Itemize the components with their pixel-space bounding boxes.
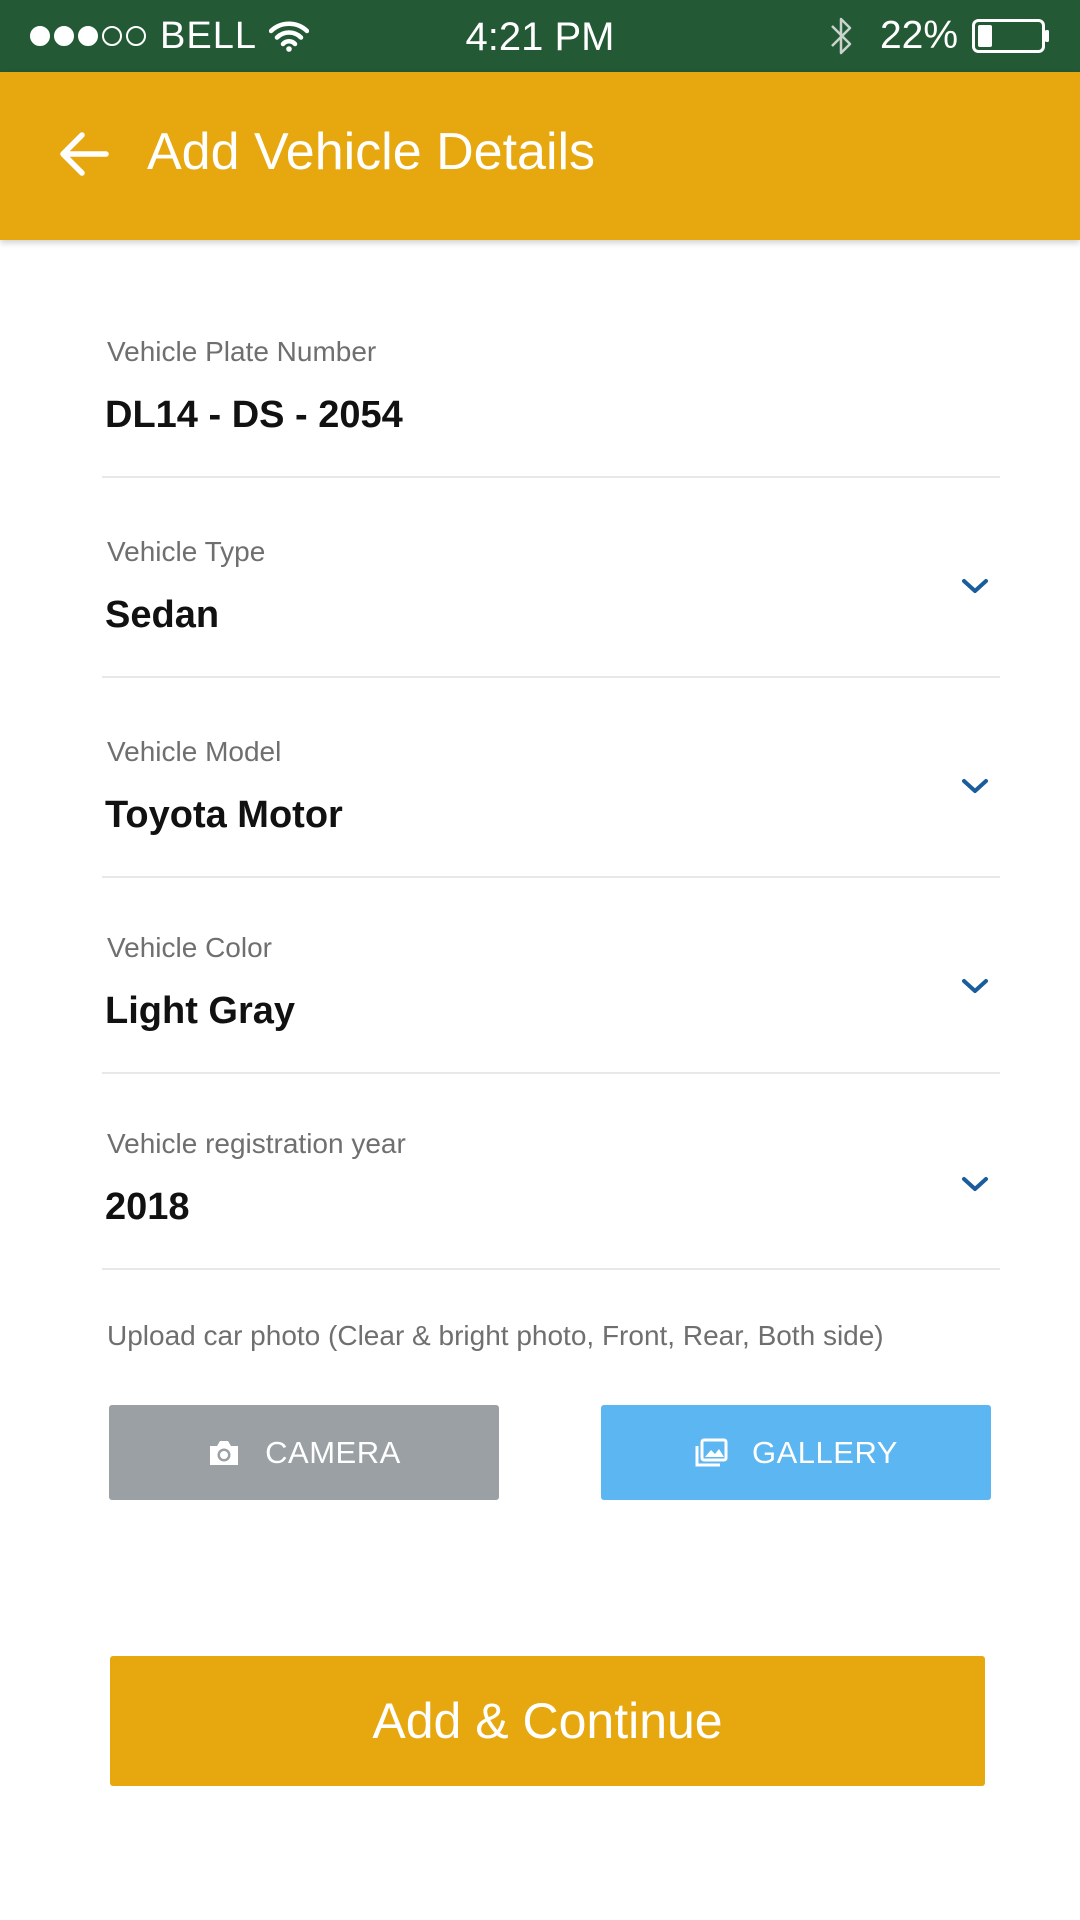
upload-photo-hint: Upload car photo (Clear & bright photo, … — [107, 1320, 884, 1351]
chevron-down-icon[interactable] — [960, 576, 990, 596]
plate-number-value[interactable]: DL14 - DS - 2054 — [105, 394, 403, 437]
status-bar-right: 22% — [828, 0, 1050, 72]
page-title: Add Vehicle Details — [147, 123, 596, 181]
vehicle-model-label: Vehicle Model — [107, 736, 282, 767]
plate-number-field[interactable]: Vehicle Plate Number DL14 - DS - 2054 — [102, 320, 1000, 478]
camera-button[interactable]: CAMERA — [109, 1405, 499, 1500]
add-continue-button[interactable]: Add & Continue — [110, 1656, 985, 1786]
vehicle-type-label: Vehicle Type — [107, 536, 266, 567]
vehicle-color-dropdown[interactable]: Vehicle Color Light Gray — [102, 920, 1000, 1074]
registration-year-label: Vehicle registration year — [107, 1128, 406, 1159]
vehicle-model-value[interactable]: Toyota Motor — [105, 794, 343, 837]
plate-number-label: Vehicle Plate Number — [107, 336, 377, 367]
gallery-button-label: GALLERY — [752, 1434, 898, 1470]
gallery-icon — [695, 1438, 728, 1466]
bluetooth-icon — [831, 17, 852, 55]
registration-year-value[interactable]: 2018 — [105, 1186, 190, 1229]
camera-button-label: CAMERA — [265, 1434, 401, 1470]
camera-icon — [210, 1440, 239, 1465]
arrow-left-icon[interactable] — [56, 126, 112, 182]
vehicle-type-dropdown[interactable]: Vehicle Type Sedan — [102, 520, 1000, 678]
battery-percentage: 22% — [879, 14, 958, 57]
gallery-button[interactable]: GALLERY — [601, 1405, 991, 1500]
vehicle-color-label: Vehicle Color — [107, 932, 272, 963]
vehicle-model-dropdown[interactable]: Vehicle Model Toyota Motor — [102, 720, 1000, 878]
chevron-down-icon[interactable] — [960, 1174, 990, 1194]
app-bar: Add Vehicle Details — [0, 72, 1080, 240]
registration-year-dropdown[interactable]: Vehicle registration year 2018 — [102, 1116, 1000, 1270]
battery-icon — [972, 19, 1049, 53]
chevron-down-icon[interactable] — [960, 976, 990, 996]
vehicle-type-value[interactable]: Sedan — [105, 594, 219, 637]
vehicle-color-value[interactable]: Light Gray — [105, 990, 295, 1033]
chevron-down-icon[interactable] — [960, 776, 990, 796]
status-bar: BELL 4:21 PM 22% — [0, 0, 1080, 72]
